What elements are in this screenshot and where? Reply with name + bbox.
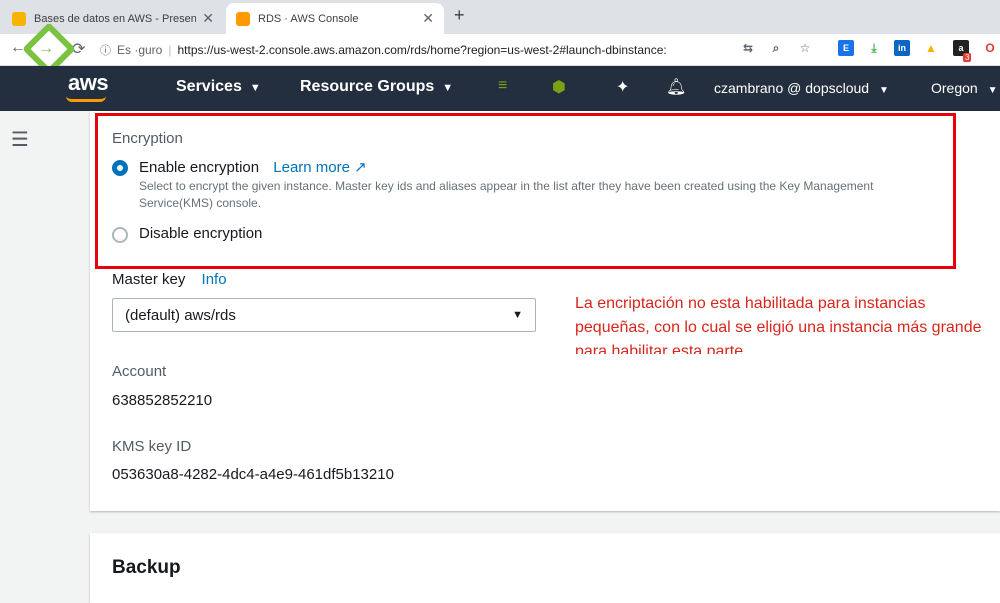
- new-tab-button[interactable]: +: [454, 5, 465, 26]
- divider: |: [168, 43, 172, 57]
- zoom-icon[interactable]: ⌕: [768, 40, 784, 56]
- backup-card: [90, 533, 1000, 603]
- chevron-down-icon: ▼: [878, 85, 889, 96]
- star-icon[interactable]: ☆: [797, 40, 813, 56]
- kms-key-id-label: KMS key ID: [112, 438, 192, 455]
- slides-icon: [12, 11, 26, 26]
- menu-icon[interactable]: ☰: [11, 127, 29, 152]
- user-menu[interactable]: czambrano @ dopscloud ▼: [714, 80, 889, 96]
- highlight-annotation-box: [95, 113, 956, 269]
- resource-groups-label: Resource Groups: [300, 78, 435, 95]
- region-menu[interactable]: Oregon ▼: [931, 80, 998, 96]
- caret-down-icon: ▼: [512, 309, 523, 321]
- backup-title: Backup: [112, 557, 181, 578]
- services-label: Services: [176, 78, 242, 95]
- linkedin-icon[interactable]: in: [894, 40, 910, 56]
- aws-logo[interactable]: aws: [68, 70, 109, 96]
- close-icon[interactable]: ✕: [422, 10, 434, 27]
- tab-title: RDS · AWS Console: [258, 12, 359, 25]
- side-rail: ☰: [0, 111, 42, 603]
- browser-tab-strip: Bases de datos en AWS - Presen ✕ RDS · A…: [0, 0, 1000, 34]
- master-key-label: Master key Info: [112, 271, 227, 288]
- download-icon[interactable]: ⤓: [866, 40, 882, 56]
- kms-key-id-value: 053630a8-4282-4dc4-a4e9-461df5b13210: [112, 466, 394, 483]
- drive-icon[interactable]: ▲: [923, 40, 939, 56]
- services-menu[interactable]: Services ▼: [176, 78, 261, 96]
- account-label: Account: [112, 363, 167, 380]
- address-bar-row: ← ⟳ ⓘ Es ·guro | https://us-west-2.conso…: [0, 34, 1000, 66]
- close-icon[interactable]: ✕: [202, 10, 214, 27]
- cube-icon: [236, 11, 250, 26]
- translate-icon[interactable]: ⇆: [740, 40, 756, 56]
- security-text: Es ·guro: [117, 43, 163, 57]
- arrow-right-icon: →: [38, 40, 54, 57]
- tab-title: Bases de datos en AWS - Presen: [34, 12, 197, 25]
- user-label: czambrano @ dopscloud: [714, 80, 870, 96]
- annotation-note: La encriptación no esta habilitada para …: [575, 295, 982, 354]
- master-key-select[interactable]: (default) aws/rds ▼: [112, 298, 536, 332]
- info-icon[interactable]: ⓘ: [100, 42, 111, 58]
- chevron-down-icon: ▼: [249, 82, 261, 94]
- address-bar[interactable]: ⓘ Es ·guro | https://us-west-2.console.a…: [100, 37, 728, 63]
- badge-count: 3: [963, 53, 972, 62]
- extension-icon[interactable]: E: [838, 40, 854, 56]
- resource-groups-menu[interactable]: Resource Groups ▼: [300, 78, 453, 96]
- bell-icon[interactable]: 🔔︎: [666, 77, 686, 97]
- service-shortcut-icon[interactable]: ⬢: [552, 77, 566, 97]
- info-link[interactable]: Info: [202, 271, 227, 288]
- aws-smile-icon: [66, 96, 106, 102]
- url-text: https://us-west-2.console.aws.amazon.com…: [177, 43, 667, 57]
- browser-tab-slides[interactable]: Bases de datos en AWS - Presen ✕: [2, 3, 224, 34]
- region-label: Oregon: [931, 80, 978, 96]
- chevron-down-icon: ▼: [442, 82, 454, 94]
- service-shortcut-icon[interactable]: ≡: [498, 77, 507, 95]
- master-key-text: Master key: [112, 271, 186, 288]
- account-value: 638852852210: [112, 392, 213, 409]
- opera-icon[interactable]: O: [982, 40, 998, 56]
- browser-tab-rds[interactable]: RDS · AWS Console ✕: [226, 3, 444, 34]
- chevron-down-icon: ▼: [987, 85, 998, 96]
- master-key-value: (default) aws/rds: [125, 306, 236, 324]
- pin-icon[interactable]: ✦: [616, 77, 629, 97]
- aws-nav-bar: aws Services ▼ Resource Groups ▼ ≡ ⬢ ✦ 🔔︎ …: [0, 66, 1000, 111]
